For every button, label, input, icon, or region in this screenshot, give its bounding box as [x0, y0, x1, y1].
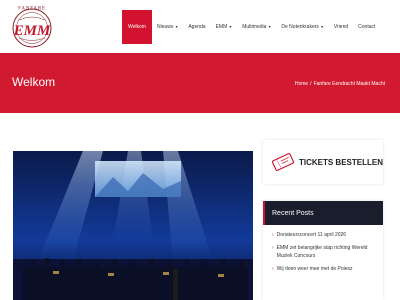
svg-text:EMM: EMM — [13, 23, 51, 39]
tickets-label: TICKETS BESTELLEN — [298, 157, 383, 167]
nav-item-de-notenkrakers[interactable]: De Notenkrakers ▼ — [276, 10, 328, 44]
nav-item-welkom[interactable]: Welkom — [122, 10, 152, 44]
nav-label: Nieuws — [156, 24, 174, 30]
recent-posts-title: Recent Posts — [263, 201, 383, 225]
nav-item-contact[interactable]: Contact — [353, 10, 380, 44]
caret-down-icon: ▼ — [174, 25, 179, 29]
recent-post-item[interactable]: › Wij doen weer mee met de Poiesz — [272, 265, 379, 273]
nav-label: Agenda — [188, 24, 206, 30]
nav-item-nieuws[interactable]: Nieuws ▼ — [152, 10, 183, 44]
chevron-right-icon: › — [272, 266, 274, 272]
nav-label: Contact — [358, 24, 376, 30]
recent-post-link[interactable]: EMM zet belangrijke stap richting Wereld… — [277, 244, 379, 260]
tickets-widget[interactable]: TICKETS BESTELLEN — [263, 140, 383, 184]
chevron-right-icon: › — [272, 245, 274, 251]
breadcrumb-separator: / — [310, 81, 312, 87]
breadcrumb-home-link[interactable]: Home — [295, 81, 308, 87]
recent-post-item[interactable]: › EMM zet belangrijke stap richting Were… — [272, 244, 379, 260]
nav-label: EMM — [215, 24, 228, 30]
main-nav: Welkom Nieuws ▼ Agenda EMM ▼ Multimedia ▼ D… — [122, 10, 380, 44]
page-hero: Welkom Home / Fanfare Eendracht Maakt Ma… — [0, 53, 400, 113]
recent-posts-list: › Donateursconcert 11 april 2026 › EMM z… — [263, 225, 383, 273]
nav-item-multimedia[interactable]: Multimedia ▼ — [237, 10, 276, 44]
emm-logo[interactable]: FANFARE EMM — [5, 4, 59, 48]
nav-item-agenda[interactable]: Agenda — [183, 10, 210, 44]
nav-label: Vriend — [333, 24, 349, 30]
nav-item-vriend[interactable]: Vriend — [329, 10, 353, 44]
nav-label: De Notenkrakers — [281, 24, 319, 30]
page-title: Welkom — [12, 75, 56, 89]
breadcrumb: Home / Fanfare Eendracht Maakt Macht — [295, 81, 385, 87]
concert-photo — [13, 151, 253, 300]
caret-down-icon: ▼ — [267, 25, 272, 29]
nav-label: Welkom — [128, 24, 146, 30]
ticket-icon — [271, 153, 295, 171]
recent-post-link[interactable]: Wij doen weer mee met de Poiesz — [277, 265, 353, 273]
recent-post-link[interactable]: Donateursconcert 11 april 2026 — [277, 231, 346, 239]
chevron-right-icon: › — [272, 232, 274, 238]
recent-post-item[interactable]: › Donateursconcert 11 april 2026 — [272, 231, 379, 239]
breadcrumb-current: Fanfare Eendracht Maakt Macht — [313, 81, 385, 87]
site-header: FANFARE EMM Welkom Nieuws ▼ Agenda EMM ▼ M… — [0, 0, 400, 53]
caret-down-icon: ▼ — [320, 25, 324, 29]
svg-text:FANFARE: FANFARE — [18, 7, 46, 12]
nav-item-emm[interactable]: EMM ▼ — [211, 10, 238, 44]
recent-posts-widget: Recent Posts › Donateursconcert 11 april… — [263, 201, 383, 300]
nav-label: Multimedia — [242, 24, 267, 30]
caret-down-icon: ▼ — [228, 25, 233, 29]
